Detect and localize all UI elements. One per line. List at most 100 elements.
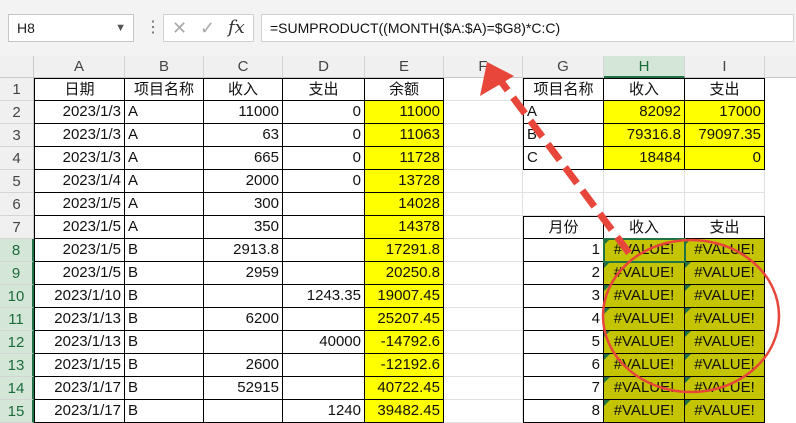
table-cell[interactable]: 19007.45 bbox=[365, 285, 444, 308]
row-header-14[interactable]: 14 bbox=[0, 377, 34, 400]
table-cell[interactable]: B bbox=[125, 262, 204, 285]
row-header-11[interactable]: 11 bbox=[0, 308, 34, 331]
table-cell[interactable]: 2023/1/5 bbox=[34, 216, 125, 239]
table-cell[interactable]: 2023/1/15 bbox=[34, 354, 125, 377]
table-cell[interactable]: 1243.35 bbox=[283, 285, 365, 308]
table-cell[interactable]: B bbox=[125, 400, 204, 423]
table-cell[interactable]: 25207.45 bbox=[365, 308, 444, 331]
table-cell[interactable]: 2959 bbox=[204, 262, 283, 285]
grid-cell[interactable] bbox=[444, 377, 523, 400]
table-cell[interactable]: 0 bbox=[283, 101, 365, 124]
error-value-cell[interactable]: #VALUE! bbox=[685, 331, 765, 354]
table-cell[interactable]: 2023/1/3 bbox=[34, 124, 125, 147]
item-summary-cell[interactable]: A bbox=[523, 101, 604, 124]
grid-cell[interactable] bbox=[523, 170, 604, 193]
table-cell[interactable]: 2023/1/17 bbox=[34, 400, 125, 423]
fx-icon[interactable]: fx bbox=[228, 15, 245, 41]
grid-cell[interactable] bbox=[444, 147, 523, 170]
table-cell[interactable]: 1240 bbox=[283, 400, 365, 423]
table-cell[interactable] bbox=[283, 239, 365, 262]
grid-cell[interactable] bbox=[685, 170, 765, 193]
table-cell[interactable]: 6200 bbox=[204, 308, 283, 331]
item-summary-cell[interactable]: 79097.35 bbox=[685, 124, 765, 147]
table-cell[interactable]: -14792.6 bbox=[365, 331, 444, 354]
table-cell[interactable]: 300 bbox=[204, 193, 283, 216]
error-value-cell[interactable]: #VALUE! bbox=[685, 308, 765, 331]
table-cell[interactable]: 2023/1/10 bbox=[34, 285, 125, 308]
row-header-5[interactable]: 5 bbox=[0, 170, 34, 193]
table-cell[interactable]: 0 bbox=[283, 170, 365, 193]
table-cell[interactable]: 20250.8 bbox=[365, 262, 444, 285]
table-cell[interactable]: B bbox=[125, 308, 204, 331]
grid-cell[interactable] bbox=[444, 78, 523, 101]
table-cell[interactable]: 13728 bbox=[365, 170, 444, 193]
month-number-cell[interactable]: 2 bbox=[523, 262, 604, 285]
table-cell[interactable]: B bbox=[125, 239, 204, 262]
grid-cell[interactable] bbox=[604, 170, 685, 193]
table-cell[interactable]: B bbox=[125, 285, 204, 308]
month-number-cell[interactable]: 4 bbox=[523, 308, 604, 331]
grid-cell[interactable] bbox=[444, 193, 523, 216]
table-cell[interactable]: 63 bbox=[204, 124, 283, 147]
error-value-cell[interactable]: #VALUE! bbox=[604, 331, 685, 354]
row-header-15[interactable]: 15 bbox=[0, 400, 34, 423]
error-value-cell[interactable]: #VALUE! bbox=[685, 400, 765, 423]
column-header-a[interactable]: A bbox=[34, 56, 125, 78]
grid-cell[interactable] bbox=[444, 354, 523, 377]
table-cell[interactable]: A bbox=[125, 193, 204, 216]
table-cell[interactable]: 11728 bbox=[365, 147, 444, 170]
grid-cell[interactable] bbox=[523, 193, 604, 216]
error-value-cell[interactable]: #VALUE! bbox=[604, 262, 685, 285]
item-summary-cell[interactable]: 17000 bbox=[685, 101, 765, 124]
table-cell[interactable]: -12192.6 bbox=[365, 354, 444, 377]
close-icon[interactable]: ✕ bbox=[172, 15, 187, 41]
table-cell[interactable]: 665 bbox=[204, 147, 283, 170]
grid-cell[interactable] bbox=[444, 101, 523, 124]
grid-cell[interactable] bbox=[444, 170, 523, 193]
table-cell[interactable]: A bbox=[125, 170, 204, 193]
table-cell[interactable]: A bbox=[125, 124, 204, 147]
table-cell[interactable]: 0 bbox=[283, 124, 365, 147]
grid-cell[interactable] bbox=[444, 216, 523, 239]
month-number-cell[interactable]: 5 bbox=[523, 331, 604, 354]
table-cell[interactable] bbox=[283, 262, 365, 285]
name-box[interactable]: H8 ▼ bbox=[8, 14, 134, 42]
item-summary-cell[interactable]: 79316.8 bbox=[604, 124, 685, 147]
more-options-icon[interactable]: ⋮ bbox=[145, 14, 161, 42]
month-number-cell[interactable]: 8 bbox=[523, 400, 604, 423]
column-header-g[interactable]: G bbox=[523, 56, 604, 78]
error-value-cell[interactable]: #VALUE! bbox=[604, 308, 685, 331]
select-all-corner[interactable] bbox=[0, 56, 34, 78]
check-icon[interactable]: ✓ bbox=[200, 15, 215, 41]
table-cell[interactable]: 2023/1/13 bbox=[34, 308, 125, 331]
table-cell[interactable]: 0 bbox=[283, 147, 365, 170]
row-header-13[interactable]: 13 bbox=[0, 354, 34, 377]
table-cell[interactable]: 2023/1/5 bbox=[34, 262, 125, 285]
table-cell[interactable]: 40000 bbox=[283, 331, 365, 354]
error-value-cell[interactable]: #VALUE! bbox=[604, 239, 685, 262]
month-number-cell[interactable]: 1 bbox=[523, 239, 604, 262]
table-cell[interactable] bbox=[204, 400, 283, 423]
table-cell[interactable]: B bbox=[125, 331, 204, 354]
table-cell[interactable] bbox=[283, 193, 365, 216]
row-header-1[interactable]: 1 bbox=[0, 78, 34, 101]
column-header-c[interactable]: C bbox=[204, 56, 283, 78]
column-header-h[interactable]: H bbox=[604, 56, 685, 78]
error-value-cell[interactable]: #VALUE! bbox=[604, 400, 685, 423]
item-summary-cell[interactable]: 0 bbox=[685, 147, 765, 170]
table-cell[interactable]: B bbox=[125, 354, 204, 377]
row-header-10[interactable]: 10 bbox=[0, 285, 34, 308]
item-summary-cell[interactable]: C bbox=[523, 147, 604, 170]
month-number-cell[interactable]: 7 bbox=[523, 377, 604, 400]
row-header-12[interactable]: 12 bbox=[0, 331, 34, 354]
table-cell[interactable] bbox=[283, 216, 365, 239]
error-value-cell[interactable]: #VALUE! bbox=[685, 239, 765, 262]
column-header-d[interactable]: D bbox=[283, 56, 365, 78]
table-cell[interactable]: 40722.45 bbox=[365, 377, 444, 400]
grid-cell[interactable] bbox=[444, 124, 523, 147]
row-header-7[interactable]: 7 bbox=[0, 216, 34, 239]
table-cell[interactable]: A bbox=[125, 147, 204, 170]
error-value-cell[interactable]: #VALUE! bbox=[685, 377, 765, 400]
table-cell[interactable]: 2000 bbox=[204, 170, 283, 193]
column-header-f[interactable]: F bbox=[444, 56, 523, 78]
